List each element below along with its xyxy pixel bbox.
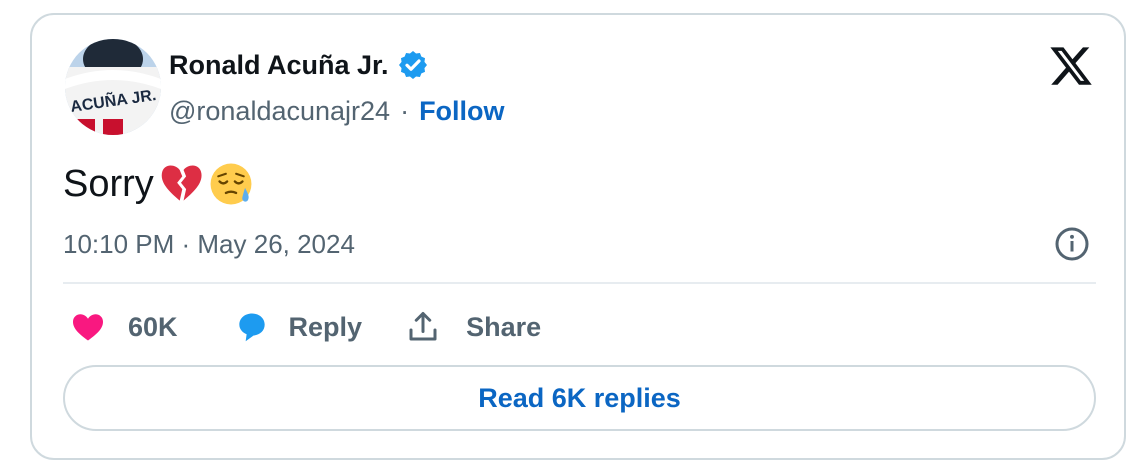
reply-label: Reply — [288, 311, 363, 342]
verified-badge-icon — [398, 51, 427, 79]
read-replies-label: Read 6K replies — [478, 382, 681, 413]
read-replies-button[interactable]: Read 6K replies — [63, 365, 1096, 431]
reply-button[interactable]: Reply — [233, 308, 363, 346]
tweet-timestamp[interactable]: 10:10 PM · May 26, 2024 — [63, 229, 355, 260]
divider — [63, 282, 1096, 284]
sleepy-face-icon — [210, 163, 252, 205]
x-logo-icon[interactable] — [1048, 43, 1094, 89]
heart-icon — [73, 314, 103, 341]
tweet-card: ACUÑA JR. Ronald Acuña Jr. @ronaldacunaj… — [30, 13, 1126, 460]
handle-separator: · — [400, 96, 410, 126]
tweet-text-content: Sorry — [63, 162, 154, 205]
avatar[interactable]: ACUÑA JR. — [65, 39, 161, 135]
share-label: Share — [466, 311, 542, 342]
like-button[interactable]: 60K — [70, 309, 178, 345]
follow-button[interactable]: Follow — [419, 96, 504, 127]
reply-bubble-icon — [238, 313, 265, 342]
broken-heart-icon — [161, 165, 202, 201]
like-count: 60K — [128, 311, 178, 342]
avatar-image: ACUÑA JR. — [65, 39, 161, 135]
author-name[interactable]: Ronald Acuña Jr. — [169, 50, 389, 81]
tweet-text: Sorry — [63, 161, 254, 207]
author-handle[interactable]: @ronaldacunajr24 — [169, 96, 390, 127]
info-icon[interactable] — [1054, 226, 1090, 262]
author-handle-row: @ronaldacunajr24 · Follow — [169, 96, 505, 127]
share-icon — [409, 312, 437, 341]
share-button[interactable]: Share — [405, 309, 541, 345]
action-bar: 60K Reply Share — [70, 305, 541, 349]
author-name-row: Ronald Acuña Jr. — [169, 49, 429, 81]
